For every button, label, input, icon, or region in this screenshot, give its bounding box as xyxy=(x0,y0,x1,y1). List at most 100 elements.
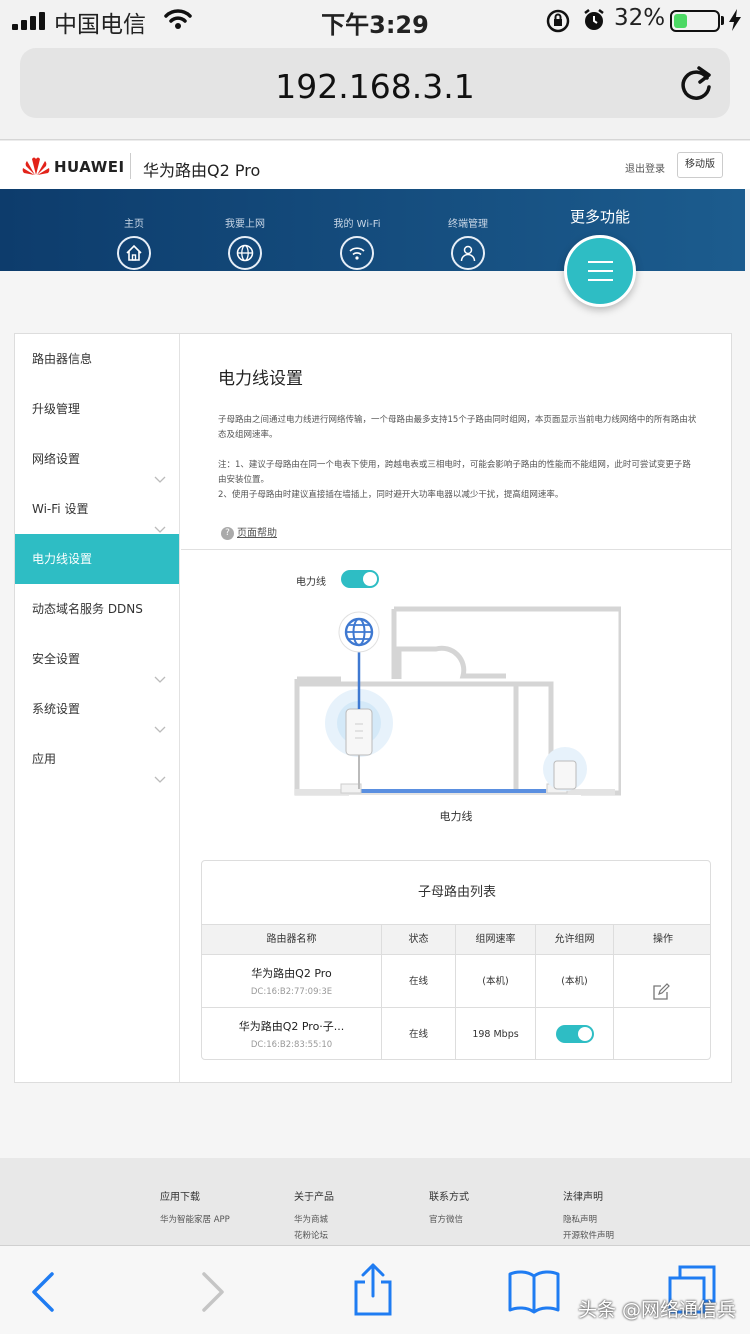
address-bar-area: 192.168.3.1 xyxy=(0,40,750,140)
footer-col-contact: 联系方式 官方微信 xyxy=(429,1188,469,1229)
nav-wifi-label: 我的 Wi-Fi xyxy=(333,219,381,230)
sidebar-item-router-info[interactable]: 路由器信息 xyxy=(15,334,179,384)
router-action-cell xyxy=(614,955,710,1007)
sidebar-item-system[interactable]: 系统设置 xyxy=(15,684,179,734)
footer-link[interactable]: 官方微信 xyxy=(429,1213,469,1225)
router-list-title: 子母路由列表 xyxy=(202,861,710,925)
router-allow: (本机) xyxy=(536,955,614,1007)
footer-col-legal: 法律声明 隐私声明 开源软件声明 xyxy=(563,1188,614,1245)
nav-internet[interactable]: 我要上网 xyxy=(205,215,285,270)
share-icon[interactable] xyxy=(352,1262,394,1320)
footer-link[interactable]: 华为商城 xyxy=(294,1213,334,1225)
nav-devices-label: 终端管理 xyxy=(448,219,488,230)
back-icon[interactable] xyxy=(30,1272,56,1316)
diagram-caption: 电力线 xyxy=(439,810,473,823)
sidebar-item-label: 网络设置 xyxy=(32,452,81,466)
router-name-cell: 华为路由Q2 Pro DC:16:B2:77:09:3E xyxy=(202,955,382,1007)
nav-internet-label: 我要上网 xyxy=(225,219,265,230)
sidebar-item-plc[interactable]: 电力线设置 xyxy=(15,534,179,584)
router-list-header: 路由器名称 状态 组网速率 允许组网 操作 xyxy=(202,925,710,955)
router-action-cell xyxy=(614,1008,710,1059)
footer-col-products: 关于产品 华为商城 花粉论坛 xyxy=(294,1188,334,1245)
footer-heading: 法律声明 xyxy=(563,1192,603,1203)
reload-icon[interactable] xyxy=(680,65,714,105)
footer-col-apps: 应用下载 华为智能家居 APP xyxy=(160,1188,230,1229)
page-help-link[interactable]: ? 页面帮助 xyxy=(221,524,277,540)
chevron-down-icon xyxy=(154,755,166,805)
mobile-version-button[interactable]: 移动版 xyxy=(677,152,723,178)
battery-icon xyxy=(670,10,720,32)
router-rate: 198 Mbps xyxy=(456,1008,536,1059)
rotation-lock-icon xyxy=(546,9,570,37)
page-description: 子母路由之间通过电力线进行网络传输，一个母路由最多支持15个子路由同时组网，本页… xyxy=(218,415,697,440)
more-features-button[interactable] xyxy=(564,235,636,307)
charging-icon xyxy=(728,9,742,35)
header-action: 操作 xyxy=(653,934,673,945)
home-icon[interactable] xyxy=(117,236,151,270)
header-divider xyxy=(130,153,131,179)
bookmarks-icon[interactable] xyxy=(507,1268,561,1318)
battery-tip xyxy=(721,16,724,25)
web-page: HUAWEI 华为路由Q2 Pro 退出登录 移动版 主页 我要上网 我的 Wi… xyxy=(0,141,750,1246)
section-divider xyxy=(181,549,732,550)
router-allow-cell xyxy=(536,1008,614,1059)
footer-link[interactable]: 开源软件声明 xyxy=(563,1229,614,1241)
page-help-label: 页面帮助 xyxy=(237,528,277,539)
site-header: HUAWEI 华为路由Q2 Pro 退出登录 移动版 xyxy=(0,141,750,189)
sidebar-item-label: Wi-Fi 设置 xyxy=(32,502,89,516)
content-card: 路由器信息 升级管理 网络设置 Wi-Fi 设置 电力线设置 动态域名服务 DD… xyxy=(14,333,732,1083)
nav-wifi[interactable]: 我的 Wi-Fi xyxy=(317,215,397,270)
page-note-1: 注：1、建议子母路由在同一个电表下使用，跨越电表或三相电时，可能会影响子路由的性… xyxy=(218,460,691,485)
allow-network-toggle[interactable] xyxy=(556,1025,594,1043)
url-text[interactable]: 192.168.3.1 xyxy=(20,67,730,106)
router-list: 子母路由列表 路由器名称 状态 组网速率 允许组网 操作 华为路由Q2 Pro … xyxy=(201,860,711,1060)
sidebar-item-ddns[interactable]: 动态域名服务 DDNS xyxy=(15,584,179,634)
logout-link[interactable]: 退出登录 xyxy=(625,160,665,175)
forward-icon xyxy=(200,1272,226,1316)
router-name-cell: 华为路由Q2 Pro·子... DC:16:B2:83:55:10 xyxy=(202,1008,382,1059)
nav-devices[interactable]: 终端管理 xyxy=(428,215,508,270)
sidebar-item-security[interactable]: 安全设置 xyxy=(15,634,179,684)
sidebar-item-label: 应用 xyxy=(32,752,57,766)
sidebar-item-apps[interactable]: 应用 xyxy=(15,734,179,784)
sidebar-item-label: 动态域名服务 DDNS xyxy=(32,602,143,616)
footer-link[interactable]: 华为智能家居 APP xyxy=(160,1213,230,1225)
header-status: 状态 xyxy=(382,925,456,954)
header-rate: 组网速率 xyxy=(456,925,536,954)
sidebar-item-wifi[interactable]: Wi-Fi 设置 xyxy=(15,484,179,534)
plc-toggle[interactable] xyxy=(341,570,379,588)
globe-icon[interactable] xyxy=(228,236,262,270)
router-name: 华为路由Q2 Pro·子... xyxy=(238,1020,345,1033)
header-name: 路由器名称 xyxy=(202,925,382,954)
battery-percent: 32% xyxy=(614,5,666,31)
footer-link[interactable]: 隐私声明 xyxy=(563,1213,614,1225)
brand-name: HUAWEI xyxy=(54,158,125,176)
status-bar: 中国电信 下午3:29 32% xyxy=(0,0,750,40)
sidebar-item-label: 路由器信息 xyxy=(32,352,93,366)
user-icon[interactable] xyxy=(451,236,485,270)
more-features-label[interactable]: 更多功能 xyxy=(560,206,640,227)
plc-network-diagram xyxy=(294,606,621,796)
sidebar-item-upgrade[interactable]: 升级管理 xyxy=(15,384,179,434)
sidebar-item-network[interactable]: 网络设置 xyxy=(15,434,179,484)
header-allow: 允许组网 xyxy=(536,925,614,954)
plc-toggle-label: 电力线 xyxy=(296,577,326,588)
nav-home-label: 主页 xyxy=(124,219,144,230)
footer-link[interactable]: 花粉论坛 xyxy=(294,1229,334,1241)
router-mac: DC:16:B2:83:55:10 xyxy=(250,1040,333,1050)
footer-heading: 应用下载 xyxy=(160,1192,200,1203)
sidebar-item-label: 升级管理 xyxy=(32,402,81,416)
sidebar-item-label: 安全设置 xyxy=(32,652,81,666)
sidebar-item-label: 系统设置 xyxy=(32,702,81,716)
router-status: 在线 xyxy=(382,1008,456,1059)
address-bar[interactable]: 192.168.3.1 xyxy=(20,48,730,118)
nav-home[interactable]: 主页 xyxy=(94,215,174,270)
footer-heading: 联系方式 xyxy=(429,1192,469,1203)
product-name: 华为路由Q2 Pro xyxy=(143,161,261,180)
sidebar: 路由器信息 升级管理 网络设置 Wi-Fi 设置 电力线设置 动态域名服务 DD… xyxy=(15,334,180,1082)
wifi-icon[interactable] xyxy=(340,236,374,270)
footer-heading: 关于产品 xyxy=(294,1192,334,1203)
router-rate: (本机) xyxy=(456,955,536,1007)
sidebar-item-label: 电力线设置 xyxy=(32,552,93,566)
router-mac: DC:16:B2:77:09:3E xyxy=(250,987,333,997)
